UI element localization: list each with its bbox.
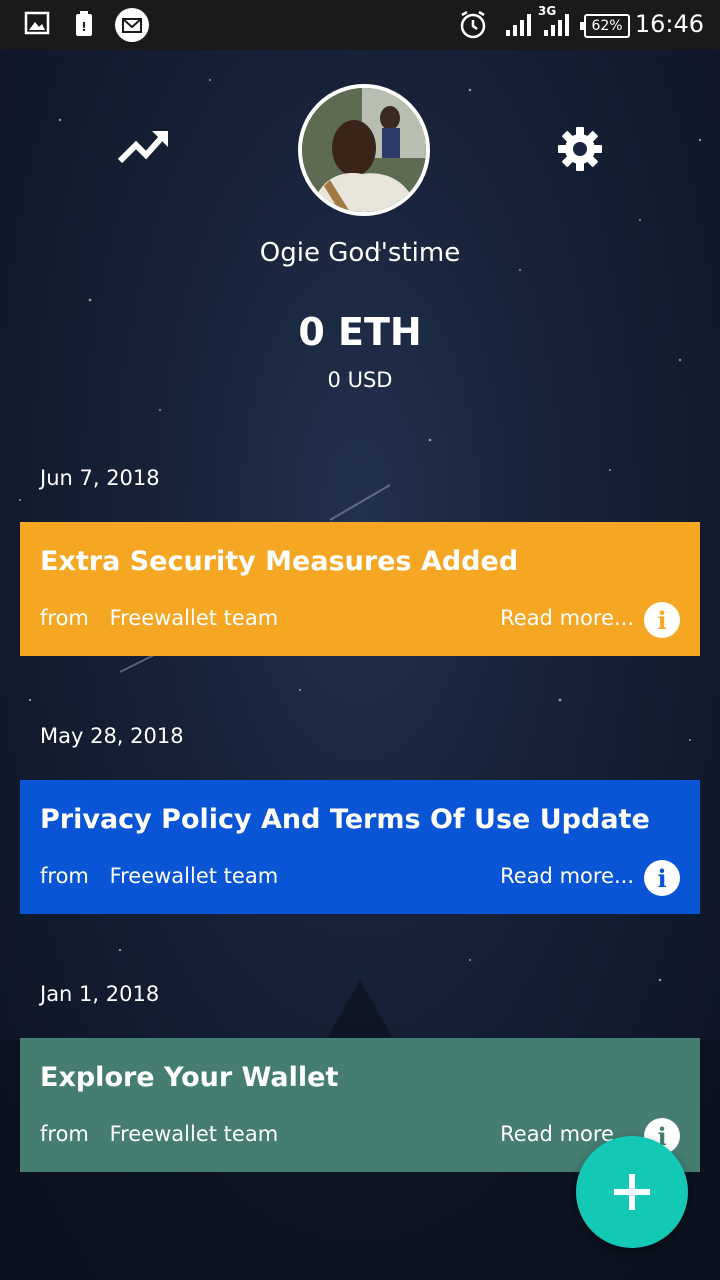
info-icon[interactable]: i bbox=[644, 602, 680, 638]
avatar[interactable] bbox=[298, 84, 430, 216]
news-author: Freewallet team bbox=[109, 1122, 279, 1146]
news-author: Freewallet team bbox=[109, 606, 279, 630]
signal-icon bbox=[506, 14, 531, 36]
news-date: Jun 7, 2018 bbox=[40, 466, 160, 490]
image-icon bbox=[24, 11, 50, 35]
battery-icon: 62% bbox=[580, 14, 630, 38]
news-author: Freewallet team bbox=[109, 864, 279, 888]
news-from-label: from bbox=[40, 864, 89, 888]
news-title: Extra Security Measures Added bbox=[40, 546, 519, 577]
read-more-link[interactable]: Read more... bbox=[500, 606, 634, 630]
info-icon[interactable]: i bbox=[644, 860, 680, 896]
read-more-link[interactable]: Read more... bbox=[500, 864, 634, 888]
news-meta: from Freewallet team bbox=[40, 606, 278, 630]
balance-usd: 0 USD bbox=[327, 368, 393, 392]
gear-icon[interactable] bbox=[556, 125, 604, 173]
add-button[interactable] bbox=[576, 1136, 688, 1248]
balance-eth: 0 ETH bbox=[298, 310, 422, 354]
news-title: Privacy Policy And Terms Of Use Update bbox=[40, 804, 650, 835]
username: Ogie God'stime bbox=[259, 238, 461, 268]
news-title: Explore Your Wallet bbox=[40, 1062, 339, 1093]
avatar-photo bbox=[302, 88, 426, 212]
news-card-privacy[interactable]: Privacy Policy And Terms Of Use Update f… bbox=[20, 780, 700, 914]
mail-icon bbox=[115, 8, 149, 42]
news-meta: from Freewallet team bbox=[40, 1122, 278, 1146]
trending-up-icon[interactable] bbox=[118, 125, 170, 165]
status-bar: ! 3G 62% 16:46 bbox=[0, 0, 720, 50]
alarm-icon bbox=[460, 10, 486, 39]
news-date: May 28, 2018 bbox=[40, 724, 184, 748]
news-from-label: from bbox=[40, 606, 89, 630]
signal-3g-icon bbox=[544, 14, 569, 36]
news-meta: from Freewallet team bbox=[40, 864, 278, 888]
storage-warning-icon: ! bbox=[76, 11, 92, 36]
news-card-security[interactable]: Extra Security Measures Added from Freew… bbox=[20, 522, 700, 656]
news-from-label: from bbox=[40, 1122, 89, 1146]
svg-text:!: ! bbox=[81, 20, 86, 34]
news-date: Jan 1, 2018 bbox=[40, 982, 160, 1006]
status-time: 16:46 bbox=[634, 10, 704, 38]
